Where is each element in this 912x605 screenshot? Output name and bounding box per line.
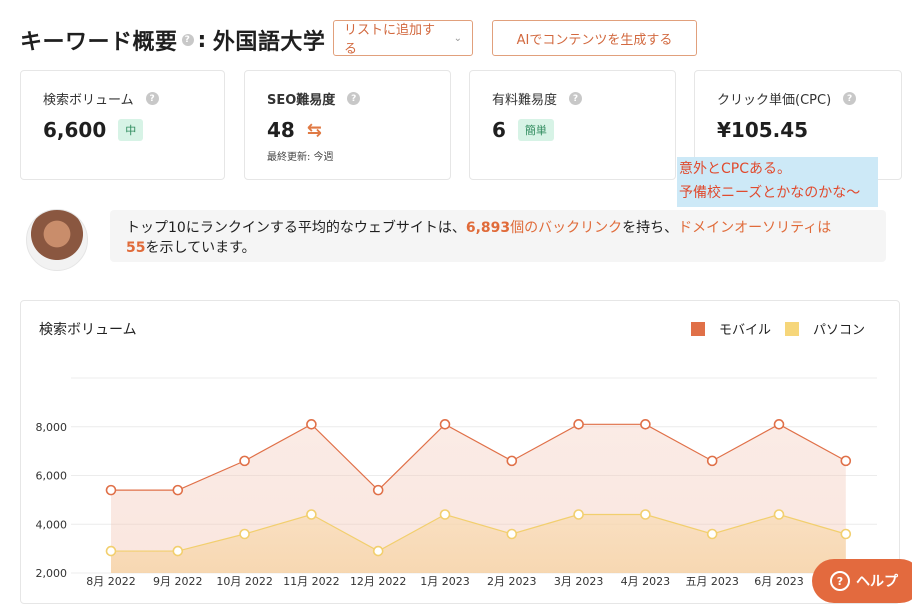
pc-point (840, 528, 852, 540)
annotation-line-1: 意外とCPCある。 (679, 161, 791, 177)
header: キーワード概要 ? : 外国語大学 (20, 20, 325, 60)
y-tick-label: 8,000 (36, 421, 68, 434)
pc-point (372, 545, 384, 557)
mobile-point (239, 455, 250, 467)
pc-point (706, 528, 718, 540)
chart-svg: 2,000 4,000 6,000 8,000 8月 2022 9月 2022 10月 2… (36, 377, 877, 588)
backlinks-count: 6,893 (465, 220, 511, 236)
annotation-note: 意外とCPCある。 予備校ニーズとかなのかな〜 (677, 157, 878, 207)
insight-text-2: を持ち、 (622, 220, 679, 236)
x-tick-label: 11月 2022 (283, 575, 340, 588)
seo-difficulty-value-row: 48 ⇆ (267, 118, 428, 142)
x-tick-label: 10月 2022 (216, 575, 273, 588)
keyword-text: 外国語大学 (212, 30, 326, 55)
add-to-list-button[interactable]: リストに追加する ⌄ (333, 20, 473, 57)
backlinks-text: 個のバックリンク (510, 220, 623, 236)
avatar (26, 209, 88, 271)
mobile-point (640, 419, 651, 430)
y-tick-label: 4,000 (36, 518, 68, 531)
ai-generate-button[interactable]: AIでコンテンツを生成する (492, 20, 697, 56)
help-icon[interactable]: ? (145, 92, 159, 105)
mobile-point (506, 455, 518, 467)
x-axis-ticks: 8月 2022 9月 2022 10月 2022 11月 2022 12月 2022 1月… (86, 575, 804, 588)
help-icon[interactable]: ? (843, 92, 857, 105)
x-tick-label: 3月 2023 (554, 575, 604, 588)
pc-point (105, 545, 117, 557)
last-updated-text: 最終更新: 今週 (267, 152, 334, 163)
paid-difficulty-value: 6 (492, 118, 506, 142)
x-tick-label: 9月 2022 (153, 575, 203, 588)
paid-difficulty-badge: 簡単 (517, 119, 554, 141)
chevron-down-icon: ⌄ (453, 32, 462, 44)
x-tick-label: 2月 2023 (487, 575, 537, 588)
domain-authority-value: 55 (126, 240, 146, 256)
help-button-label: ヘルプ (856, 574, 898, 590)
mobile-point (372, 484, 384, 496)
seo-difficulty-card: SEO難易度 ? 48 ⇆ 最終更新: 今週 (244, 70, 451, 180)
search-volume-label-row: 検索ボリューム ? (43, 89, 202, 108)
x-tick-label: 6月 2023 (754, 575, 804, 588)
pc-point (439, 509, 451, 520)
pc-point (172, 545, 184, 557)
pc-point (239, 528, 250, 540)
search-volume-chart-card: 検索ボリューム モバイル パソコン 2,000 4,000 6,000 8,000 8… (20, 300, 900, 604)
cpc-label-row: クリック単価(CPC) ? (717, 89, 879, 108)
search-volume-card: 検索ボリューム ? 6,600 中 (20, 70, 225, 180)
cpc-label: クリック単価(CPC) (717, 93, 832, 108)
page-title-text: キーワード概要 (20, 30, 178, 55)
paid-difficulty-label-row: 有料難易度 ? (492, 89, 653, 108)
help-question-icon: ? (830, 571, 850, 591)
annotation-line-2: 予備校ニーズとかなのかな〜 (679, 185, 861, 201)
help-icon[interactable]: ? (347, 92, 361, 105)
y-tick-label: 2,000 (36, 567, 68, 580)
mobile-point (172, 484, 184, 496)
domain-authority-text: ドメインオーソリティは (678, 220, 832, 236)
x-tick-label: 4月 2023 (621, 575, 671, 588)
seo-difficulty-value: 48 (267, 118, 295, 142)
y-axis-ticks: 2,000 4,000 6,000 8,000 (36, 421, 68, 580)
mobile-point (773, 419, 785, 430)
x-tick-label: 五月 2023 (685, 575, 739, 588)
title-help-icon[interactable]: ? (181, 34, 194, 46)
page-title: キーワード概要 ? : 外国語大学 (20, 24, 325, 56)
search-volume-label: 検索ボリューム (43, 93, 134, 108)
paid-difficulty-label: 有料難易度 (492, 93, 558, 108)
insight-text-3: を示しています。 (145, 240, 256, 256)
pc-point (506, 528, 518, 540)
mobile-point (105, 484, 117, 496)
cpc-value-row: ¥105.45 (717, 118, 879, 142)
refresh-icon[interactable]: ⇆ (307, 120, 322, 141)
pc-point (773, 509, 785, 520)
title-colon: : (197, 27, 207, 53)
paid-difficulty-card: 有料難易度 ? 6 簡単 (469, 70, 676, 180)
pc-point (306, 509, 317, 520)
help-icon[interactable]: ? (569, 92, 583, 105)
help-button[interactable]: ? ヘルプ (812, 559, 912, 603)
mobile-point (573, 419, 584, 430)
cpc-value: ¥105.45 (717, 118, 809, 142)
seo-difficulty-label: SEO難易度 (267, 93, 336, 108)
seo-difficulty-label-row: SEO難易度 ? (267, 89, 428, 108)
insight-text-1: トップ10にランクインする平均的なウェブサイトは、 (126, 220, 466, 236)
x-tick-label: 1月 2023 (420, 575, 470, 588)
insight-box: トップ10にランクインする平均的なウェブサイトは、6,893個のバックリンクを持… (110, 210, 886, 262)
search-volume-value-row: 6,600 中 (43, 118, 202, 142)
ai-generate-label: AIでコンテンツを生成する (516, 32, 673, 48)
paid-difficulty-value-row: 6 簡単 (492, 118, 653, 142)
x-tick-label: 8月 2022 (86, 575, 136, 588)
y-tick-label: 6,000 (36, 470, 68, 483)
chart-series (105, 419, 852, 573)
mobile-point (706, 455, 718, 467)
mobile-point (439, 419, 451, 430)
volume-badge: 中 (118, 119, 144, 141)
mobile-point (840, 455, 852, 467)
search-volume-value: 6,600 (43, 118, 107, 142)
mobile-point (306, 419, 317, 430)
x-tick-label: 12月 2022 (350, 575, 407, 588)
add-to-list-label: リストに追加する (344, 23, 436, 57)
pc-point (573, 509, 584, 520)
pc-point (640, 509, 651, 520)
